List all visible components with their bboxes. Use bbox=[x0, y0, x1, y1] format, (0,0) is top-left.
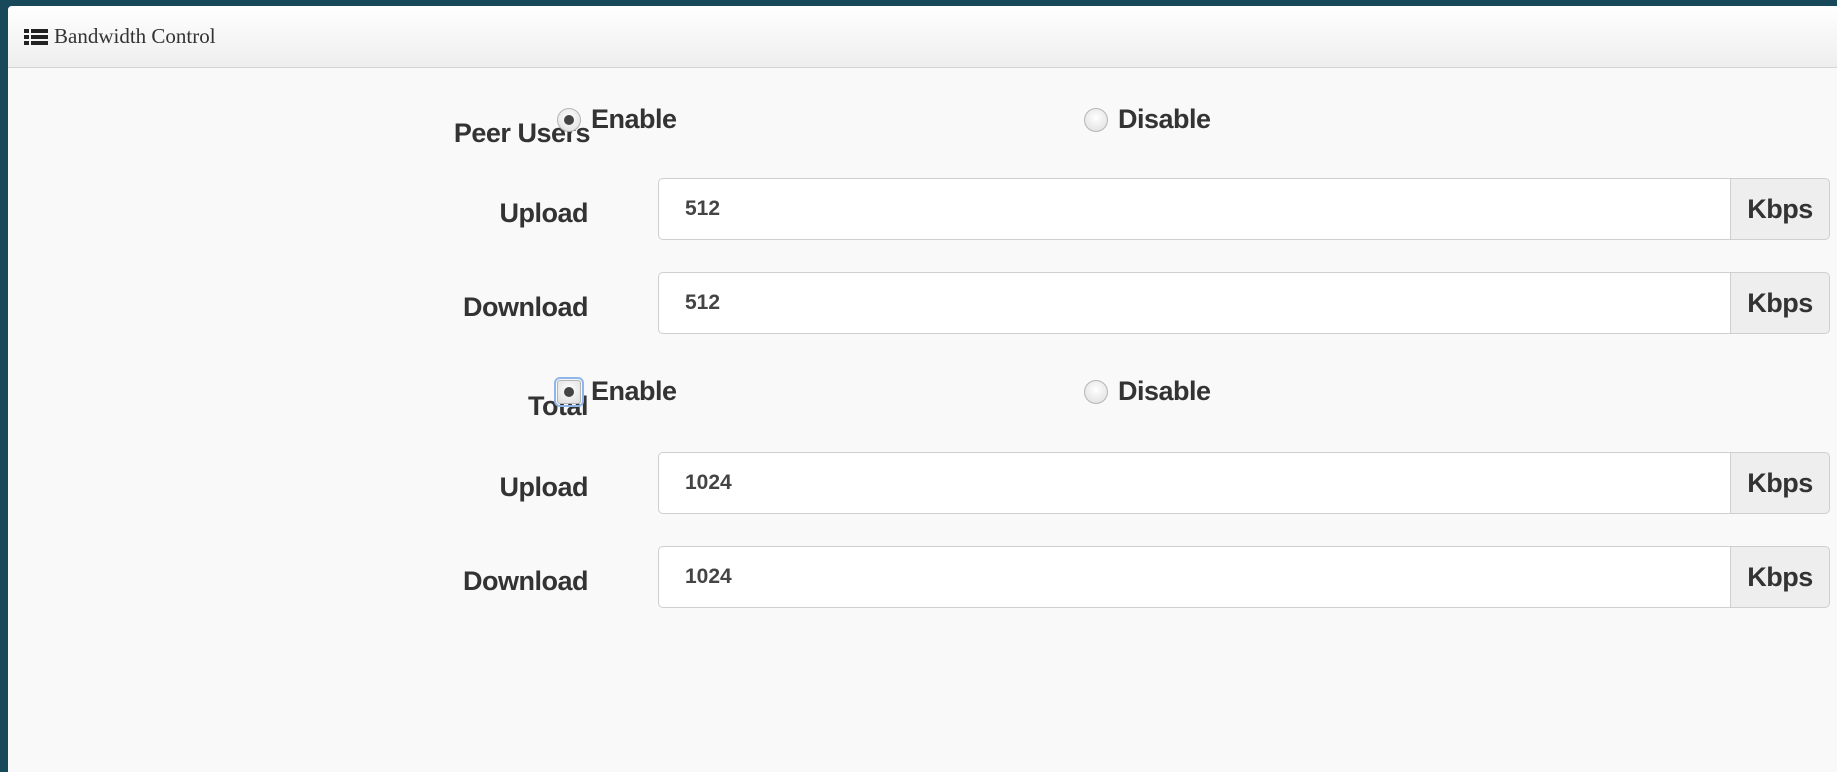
total-disable-radio[interactable]: Disable bbox=[1084, 376, 1211, 407]
radio-checked-icon[interactable] bbox=[557, 107, 581, 132]
peer-upload-input[interactable] bbox=[658, 178, 1730, 240]
total-enable-label: Enable bbox=[591, 376, 677, 406]
total-label: Total bbox=[528, 391, 589, 421]
total-upload-label: Upload bbox=[499, 472, 589, 502]
panel-heading: Bandwidth Control bbox=[8, 6, 1837, 68]
peer-upload-label: Upload bbox=[499, 198, 589, 228]
total-download-input[interactable] bbox=[658, 546, 1730, 608]
peer-upload-unit: Kbps bbox=[1730, 178, 1830, 240]
bandwidth-control-panel: Bandwidth Control Peer Users Enable Disa… bbox=[8, 6, 1837, 772]
peer-upload-input-group: Kbps bbox=[658, 178, 1830, 240]
total-enable-radio[interactable]: Enable bbox=[554, 376, 677, 407]
total-download-unit: Kbps bbox=[1730, 546, 1830, 608]
peer-download-unit: Kbps bbox=[1730, 272, 1830, 334]
list-icon bbox=[24, 28, 48, 46]
radio-checked-icon[interactable] bbox=[554, 376, 584, 407]
peer-users-disable-radio[interactable]: Disable bbox=[1084, 104, 1211, 135]
total-disable-label: Disable bbox=[1118, 376, 1211, 406]
total-upload-input-group: Kbps bbox=[658, 452, 1830, 514]
peer-download-input[interactable] bbox=[658, 272, 1730, 334]
total-upload-input[interactable] bbox=[658, 452, 1730, 514]
peer-users-label: Peer Users bbox=[453, 118, 591, 148]
total-download-label: Download bbox=[463, 566, 589, 596]
total-upload-unit: Kbps bbox=[1730, 452, 1830, 514]
peer-users-enable-radio[interactable]: Enable bbox=[557, 104, 677, 135]
peer-download-label: Download bbox=[463, 292, 589, 322]
total-download-input-group: Kbps bbox=[658, 546, 1830, 608]
radio-unchecked-icon[interactable] bbox=[1084, 107, 1108, 132]
radio-unchecked-icon[interactable] bbox=[1084, 379, 1108, 404]
panel-title: Bandwidth Control bbox=[54, 24, 216, 48]
peer-users-disable-label: Disable bbox=[1118, 104, 1211, 134]
peer-download-input-group: Kbps bbox=[658, 272, 1830, 334]
peer-users-enable-label: Enable bbox=[591, 104, 677, 134]
